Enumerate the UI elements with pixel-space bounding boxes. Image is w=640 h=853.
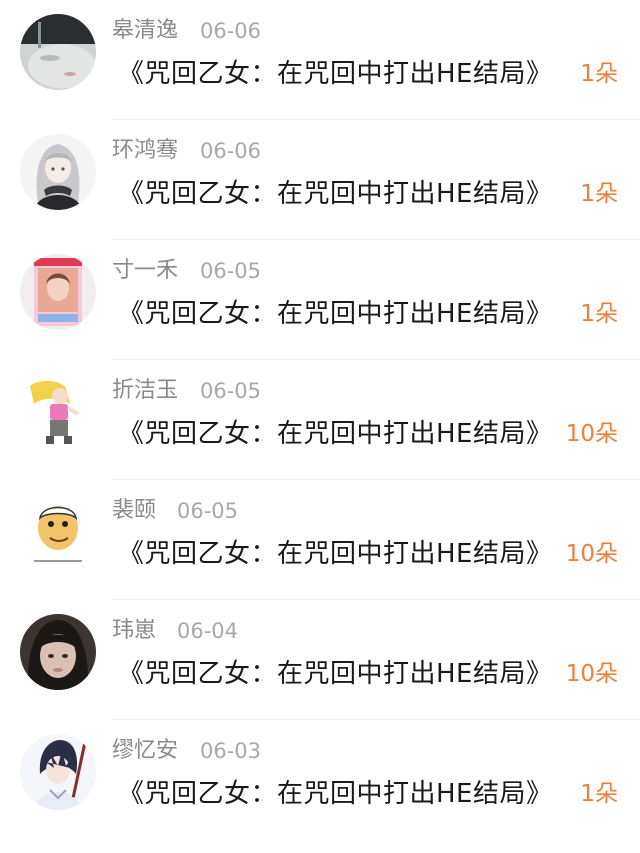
gift-count: 1朵	[580, 301, 618, 327]
work-title[interactable]: 《咒回乙女：在咒回中打出HE结局》	[118, 534, 552, 574]
gift-list: 皋清逸 06-06 《咒回乙女：在咒回中打出HE结局》 1朵 环鸿骞 06-06…	[0, 0, 640, 853]
avatar[interactable]	[20, 254, 96, 330]
work-title[interactable]: 《咒回乙女：在咒回中打出HE结局》	[118, 54, 552, 94]
avatar[interactable]	[20, 494, 96, 570]
post-date: 06-06	[200, 19, 262, 43]
list-item[interactable]: 折洁玉 06-05 《咒回乙女：在咒回中打出HE结局》 10朵	[0, 360, 640, 480]
post-date: 06-06	[200, 139, 262, 163]
post-date: 06-05	[200, 379, 262, 403]
anime-swordsman-avatar-icon	[20, 734, 96, 810]
gift-count: 1朵	[580, 181, 618, 207]
gift-count: 10朵	[565, 661, 618, 687]
work-title[interactable]: 《咒回乙女：在咒回中打出HE结局》	[118, 294, 552, 334]
work-title[interactable]: 《咒回乙女：在咒回中打出HE结局》	[118, 414, 552, 454]
post-date: 06-05	[177, 499, 239, 523]
user-name[interactable]: 玮崽	[112, 614, 156, 648]
work-title[interactable]: 《咒回乙女：在咒回中打出HE结局》	[118, 174, 552, 214]
avatar[interactable]	[20, 14, 96, 90]
portrait-photo-avatar-icon	[20, 614, 96, 690]
post-date: 06-04	[177, 619, 239, 643]
user-name[interactable]: 寸一禾	[112, 254, 178, 288]
anime-girl-avatar-icon	[20, 134, 96, 210]
gift-count: 10朵	[565, 541, 618, 567]
avatar[interactable]	[20, 374, 96, 450]
user-name[interactable]: 皋清逸	[112, 14, 178, 48]
list-item[interactable]: 寸一禾 06-05 《咒回乙女：在咒回中打出HE结局》 1朵	[0, 240, 640, 360]
user-name[interactable]: 折洁玉	[112, 374, 178, 408]
photo-card-avatar-icon	[20, 254, 96, 330]
cartoon-face-avatar-icon	[20, 494, 96, 570]
work-title[interactable]: 《咒回乙女：在咒回中打出HE结局》	[118, 774, 552, 814]
work-title[interactable]: 《咒回乙女：在咒回中打出HE结局》	[118, 654, 552, 694]
list-item[interactable]: 皋清逸 06-06 《咒回乙女：在咒回中打出HE结局》 1朵	[0, 0, 640, 120]
list-item[interactable]: 玮崽 06-04 《咒回乙女：在咒回中打出HE结局》 10朵	[0, 600, 640, 720]
avatar[interactable]	[20, 614, 96, 690]
post-date: 06-03	[200, 739, 262, 763]
avatar[interactable]	[20, 734, 96, 810]
user-name[interactable]: 环鸿骞	[112, 134, 178, 168]
list-item[interactable]: 环鸿骞 06-06 《咒回乙女：在咒回中打出HE结局》 1朵	[0, 120, 640, 240]
sleeping-face-avatar-icon	[20, 14, 96, 90]
list-item[interactable]: 裴颐 06-05 《咒回乙女：在咒回中打出HE结局》 10朵	[0, 480, 640, 600]
cartoon-girl-avatar-icon	[20, 374, 96, 450]
gift-count: 1朵	[580, 781, 618, 807]
user-name[interactable]: 裴颐	[112, 494, 156, 528]
gift-count: 10朵	[565, 421, 618, 447]
list-item[interactable]: 缪忆安 06-03 《咒回乙女：在咒回中打出HE结局》 1朵	[0, 720, 640, 840]
post-date: 06-05	[200, 259, 262, 283]
avatar[interactable]	[20, 134, 96, 210]
user-name[interactable]: 缪忆安	[112, 734, 178, 768]
gift-count: 1朵	[580, 61, 618, 87]
